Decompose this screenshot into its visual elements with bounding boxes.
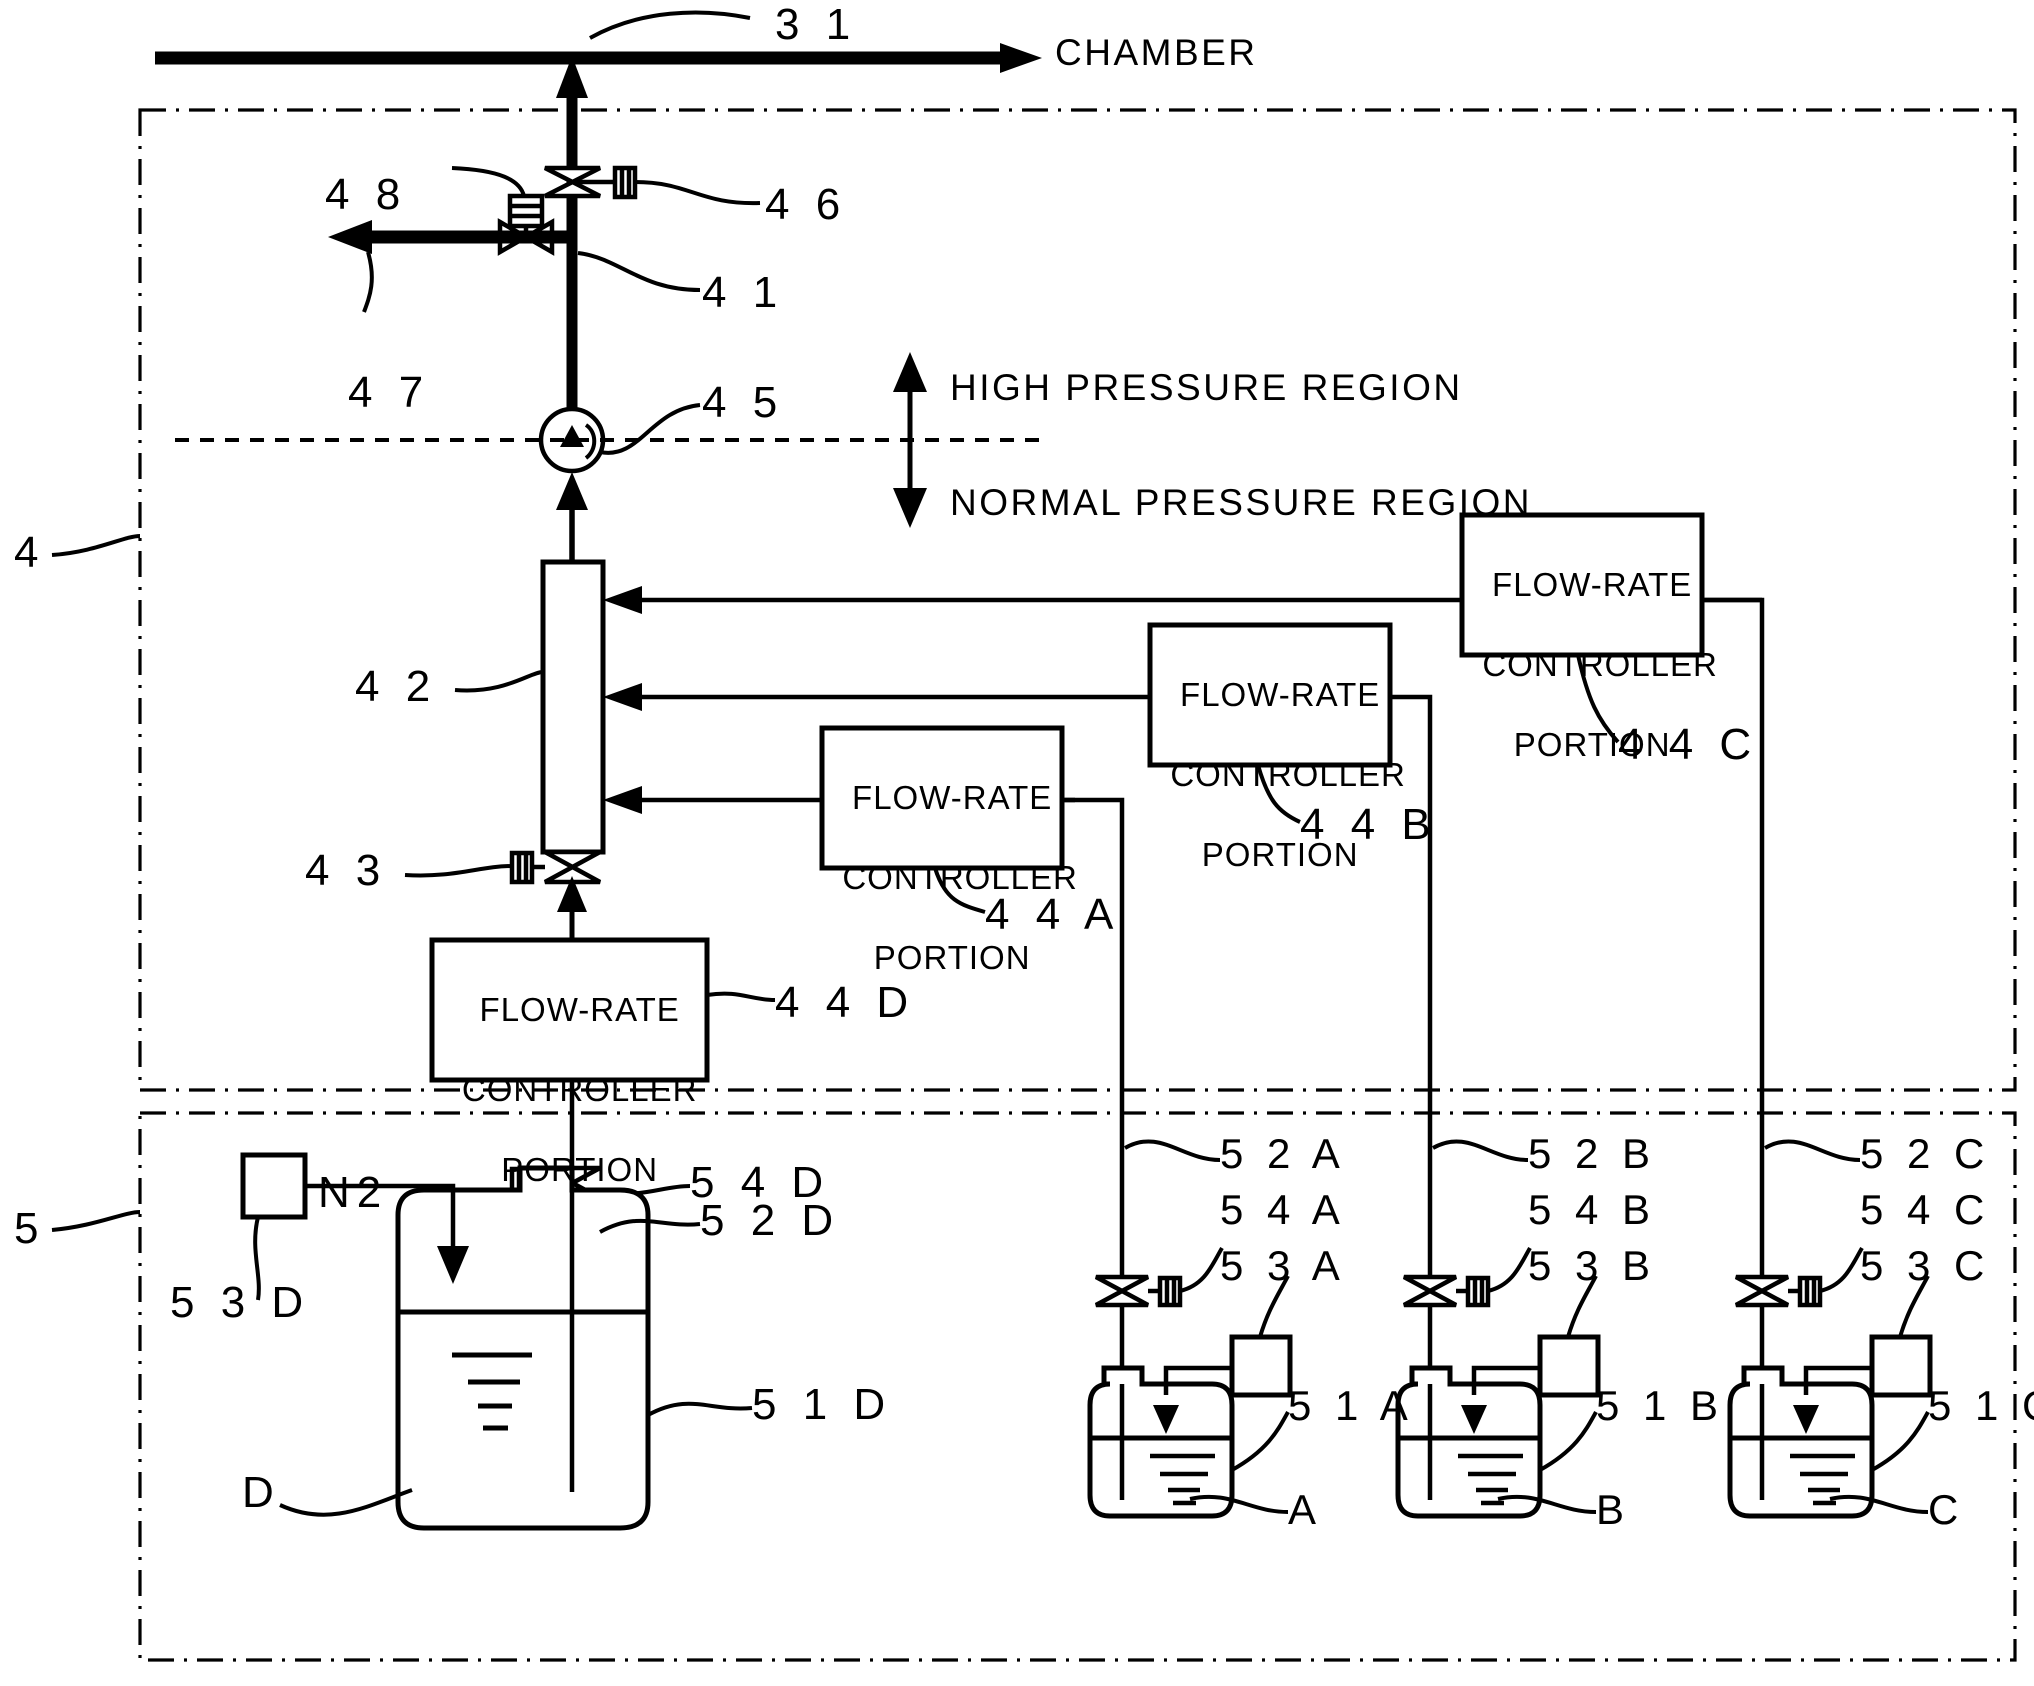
valve-54A-icon — [1094, 1274, 1183, 1308]
tank-A — [1087, 1365, 1235, 1519]
leader-region-5 — [51, 1210, 141, 1232]
sensor-box-53B — [1537, 1334, 1601, 1398]
ref-44A-label: 4 4 A — [985, 890, 1121, 939]
ref-4-label: 4 — [14, 528, 46, 577]
leader-51D — [647, 1401, 753, 1417]
leader-46 — [634, 180, 761, 206]
pressure-region-arrow — [893, 352, 927, 528]
main-supply-line-31 — [155, 43, 1042, 73]
controller-line2: CONTROLLER — [1170, 756, 1406, 793]
chamber-label: CHAMBER — [1055, 32, 1258, 73]
valve-54B-icon — [1402, 1274, 1491, 1308]
ref-52C-label: 5 2 C — [1860, 1130, 1991, 1177]
valve-46-icon — [543, 165, 638, 200]
ref-44C-label: 4 4 C — [1618, 720, 1759, 769]
controller-44D-text: FLOW-RATE CONTROLLER PORTION — [432, 950, 707, 1190]
controller-line1: FLOW-RATE — [479, 991, 680, 1028]
controller-line3: PORTION — [501, 1151, 659, 1188]
leader-48 — [451, 166, 526, 197]
leader-47 — [362, 251, 374, 313]
ref-43-label: 4 3 — [305, 846, 388, 895]
n2-label: N2 — [318, 1168, 389, 1217]
patent-figure-canvas: CHAMBER 3 1 4 5 4 8 4 6 4 1 4 7 4 5 HIGH… — [0, 0, 2034, 1686]
leader-51C — [1871, 1411, 1930, 1472]
pipe-44D-to-43 — [557, 876, 587, 940]
leader-45 — [599, 403, 701, 455]
ref-51C-label: 5 1 C — [1928, 1382, 2034, 1429]
leader-52B — [1432, 1139, 1529, 1162]
ref-53D-label: 5 3 D — [170, 1278, 311, 1327]
ref-31-label: 3 1 — [775, 0, 858, 49]
controller-line3: PORTION — [873, 939, 1031, 976]
tank-A-label: A — [1288, 1486, 1323, 1533]
valve-54C-icon — [1734, 1274, 1823, 1308]
leader-54B — [1487, 1246, 1532, 1293]
controller-line1: FLOW-RATE — [852, 779, 1053, 816]
ref-51A-label: 5 1 A — [1288, 1382, 1414, 1429]
controller-line2: CONTROLLER — [461, 1071, 698, 1108]
ref-54B-label: 5 4 B — [1528, 1186, 1657, 1233]
ref-54C-label: 5 4 C — [1860, 1186, 1991, 1233]
ref-42-label: 4 2 — [355, 662, 438, 711]
ref-53A-label: 5 3 A — [1220, 1242, 1346, 1289]
controller-line2: CONTROLLER — [1482, 646, 1718, 683]
high-pressure-label: HIGH PRESSURE REGION — [950, 367, 1463, 408]
ref-51B-label: 5 1 B — [1596, 1382, 1725, 1429]
ref-5-label: 5 — [14, 1204, 46, 1253]
leader-43 — [404, 864, 513, 878]
leader-D — [279, 1488, 413, 1517]
tank-D-label: D — [242, 1468, 281, 1517]
leader-31 — [589, 10, 751, 40]
controller-line1: FLOW-RATE — [1180, 676, 1381, 713]
ref-54A-label: 5 4 A — [1220, 1186, 1346, 1233]
valve-48-icon — [497, 193, 555, 256]
leader-54C — [1819, 1246, 1864, 1293]
leader-52C — [1764, 1139, 1861, 1162]
ref-52A-label: 5 2 A — [1220, 1130, 1346, 1177]
tank-B — [1395, 1365, 1543, 1519]
tank-C-label: C — [1928, 1486, 1965, 1533]
leader-51A — [1231, 1411, 1290, 1472]
sensor-box-53D — [240, 1152, 308, 1220]
leader-54A — [1179, 1246, 1224, 1293]
ref-41-label: 4 1 — [702, 268, 785, 317]
tank-C — [1727, 1365, 1875, 1519]
signal-line-44C-to-tankC — [1702, 597, 1765, 1300]
controller-44A-text: FLOW-RATE CONTROLLER PORTION — [822, 738, 1077, 978]
sensor-box-53C — [1869, 1334, 1933, 1398]
ref-53B-label: 5 3 B — [1528, 1242, 1657, 1289]
leader-51B — [1539, 1411, 1598, 1472]
normal-pressure-label: NORMAL PRESSURE REGION — [950, 482, 1532, 523]
leader-region-4 — [51, 534, 141, 557]
leader-42 — [454, 670, 544, 693]
ref-51D-label: 5 1 D — [752, 1380, 893, 1429]
pipe-pump-to-column — [556, 472, 588, 562]
ref-44B-label: 4 4 B — [1300, 800, 1438, 849]
ref-47-label: 4 7 — [348, 368, 431, 417]
ref-53C-label: 5 3 C — [1860, 1242, 1991, 1289]
tank-B-label: B — [1596, 1486, 1631, 1533]
leader-52A — [1124, 1139, 1221, 1162]
ref-52D-label: 5 2 D — [700, 1196, 841, 1245]
vaporizer-column-42 — [540, 559, 606, 855]
controller-line1: FLOW-RATE — [1492, 566, 1693, 603]
ref-45-label: 4 5 — [702, 378, 785, 427]
ref-52B-label: 5 2 B — [1528, 1130, 1657, 1177]
ref-48-label: 4 8 — [325, 170, 408, 219]
sensor-box-53A — [1229, 1334, 1293, 1398]
leader-44D — [706, 991, 776, 1002]
valve-43-icon — [509, 849, 602, 885]
leader-41 — [577, 251, 701, 292]
ref-44D-label: 4 4 D — [775, 978, 916, 1027]
ref-46-label: 4 6 — [765, 180, 848, 229]
